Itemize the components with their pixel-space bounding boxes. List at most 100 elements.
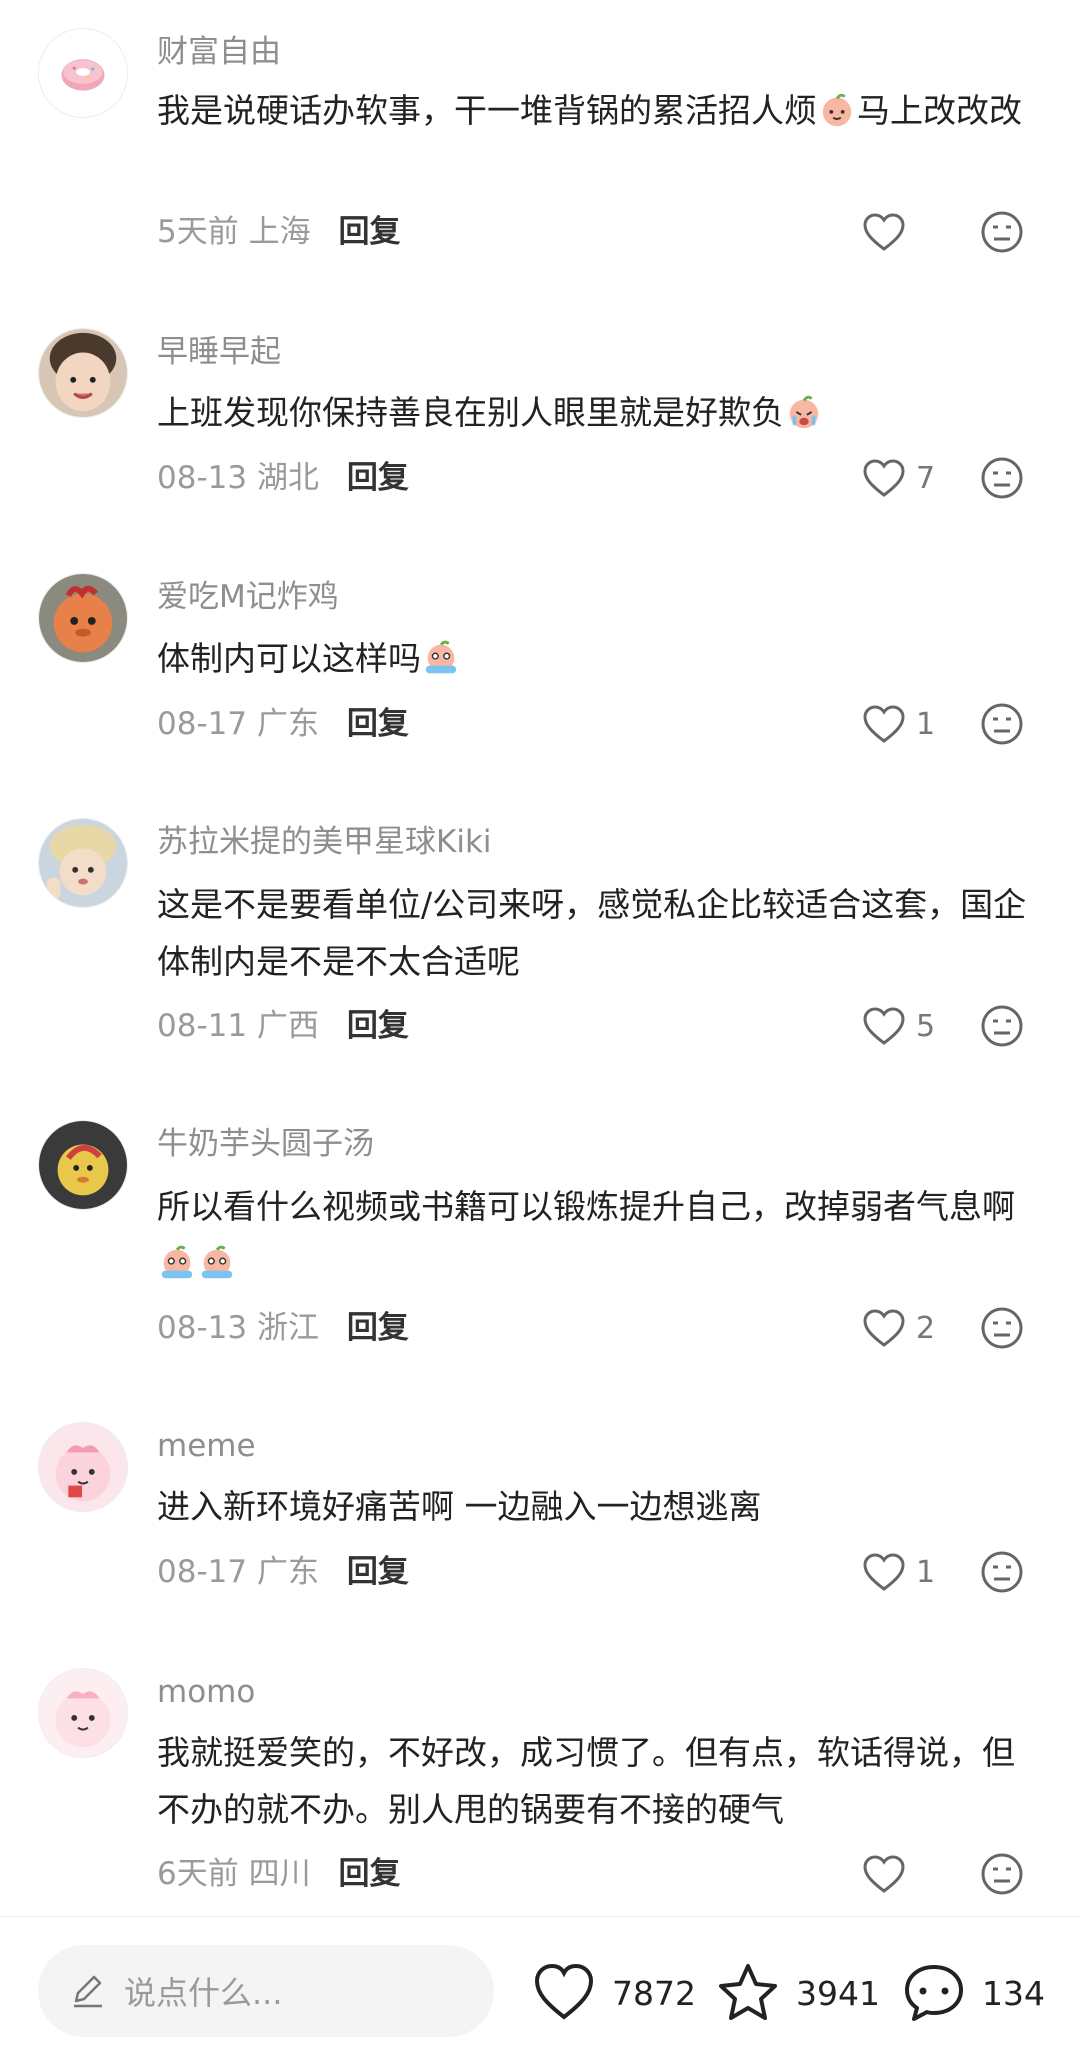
comment-text: 上班发现你保持善良在别人眼里就是好欺负 [157, 384, 1047, 441]
username[interactable]: momo [157, 1672, 255, 1712]
comment-input[interactable]: 说点什么... [38, 1945, 494, 2037]
comment-meta: 08-13 浙江 回复 [157, 1308, 409, 1348]
comment-location: 上海 [248, 214, 311, 250]
peach-tears-emoji-icon [201, 1245, 233, 1279]
dislike-button[interactable] [980, 702, 1024, 746]
comment-location: 浙江 [256, 1310, 319, 1346]
reply-button[interactable]: 回复 [347, 1008, 409, 1044]
like-button[interactable]: 1 [862, 700, 935, 748]
comment-input-placeholder: 说点什么... [124, 1974, 283, 2012]
pencil-icon [74, 1975, 102, 2008]
bottom-action-bar: 说点什么... 7872 3941 134 [0, 1916, 1080, 2061]
reply-button[interactable]: 回复 [347, 460, 409, 496]
like-button[interactable]: 1 [862, 1548, 935, 1596]
comment-text-part: 我是说硬话办软事，干一堆背锅的累活招人烦 [157, 91, 817, 130]
dislike-button[interactable] [980, 1852, 1024, 1896]
avatar[interactable] [38, 28, 128, 118]
chat-bubble-icon [905, 1965, 963, 2021]
username[interactable]: 牛奶芋头圆子汤 [157, 1124, 374, 1164]
username[interactable]: 早睡早起 [157, 332, 281, 372]
heart-outline-icon [863, 1855, 905, 1893]
comment-meta: 08-17 广东 回复 [157, 704, 409, 744]
comment-location: 四川 [248, 1856, 311, 1892]
reply-button[interactable]: 回复 [347, 1554, 409, 1590]
comment-text-part: 这是不是要看单位/公司来呀，感觉私企比较适合这套，国企体制内是不是不太合适呢 [157, 885, 1027, 981]
meh-face-icon [981, 1307, 1023, 1349]
heart-outline-icon [863, 705, 905, 743]
dislike-button[interactable] [980, 456, 1024, 500]
comment-meta: 08-13 湖北 回复 [157, 458, 409, 498]
comment-text-part: 我就挺爱笑的，不好改，成习惯了。但有点，软话得说，但不办的就不办。别人甩的锅要有… [157, 1733, 1015, 1829]
comment-text: 体制内可以这样吗 [157, 630, 1047, 687]
post-comment-button[interactable]: 134 [902, 1961, 1045, 2025]
comment-date: 08-17 [157, 1554, 248, 1590]
username[interactable]: 爱吃M记炸鸡 [157, 577, 339, 617]
comment-meta: 6天前 四川 回复 [157, 1854, 400, 1894]
comment-text-part: 上班发现你保持善良在别人眼里就是好欺负 [157, 393, 784, 432]
heart-outline-icon [863, 213, 905, 251]
like-count: 2 [916, 1310, 936, 1346]
post-like-count: 7872 [612, 1973, 696, 2013]
comment-text: 我就挺爱笑的，不好改，成习惯了。但有点，软话得说，但不办的就不办。别人甩的锅要有… [157, 1724, 1047, 1838]
reply-button[interactable]: 回复 [347, 706, 409, 742]
meh-face-icon [981, 211, 1023, 253]
avatar[interactable] [38, 818, 128, 908]
comment-meta: 5天前 上海 回复 [157, 212, 400, 252]
comment-text-part: 所以看什么视频或书籍可以锻炼提升自己，改掉弱者气息啊 [157, 1187, 1015, 1226]
heart-outline-icon [534, 1963, 594, 2020]
comment-text: 所以看什么视频或书籍可以锻炼提升自己，改掉弱者气息啊 [157, 1178, 1047, 1292]
heart-outline-icon [863, 1309, 905, 1347]
username[interactable]: meme [157, 1426, 256, 1466]
comment-meta: 08-11 广西 回复 [157, 1006, 409, 1046]
like-button[interactable]: 7 [862, 454, 935, 502]
comment-meta: 08-17 广东 回复 [157, 1552, 409, 1592]
post-comment-count: 134 [982, 1973, 1045, 2013]
peach-tears-emoji-icon [161, 1245, 193, 1279]
comment-text-part: 进入新环境好痛苦啊 一边融入一边想逃离 [157, 1487, 762, 1526]
heart-outline-icon [863, 459, 905, 497]
comment-date: 6天前 [157, 1856, 239, 1892]
meh-face-icon [981, 1853, 1023, 1895]
heart-outline-icon [863, 1553, 905, 1591]
meh-face-icon [981, 1005, 1023, 1047]
comment-date: 08-13 [157, 1310, 248, 1346]
post-favorite-button[interactable]: 3941 [716, 1961, 880, 2025]
comment-text: 我是说硬话办软事，干一堆背锅的累活招人烦 马上改改改 [157, 82, 1047, 139]
avatar[interactable] [38, 573, 128, 663]
meh-face-icon [981, 1551, 1023, 1593]
username[interactable]: 财富自由 [157, 32, 281, 72]
comment-date: 08-13 [157, 460, 248, 496]
like-count: 5 [916, 1008, 936, 1044]
like-button[interactable]: 5 [862, 1002, 935, 1050]
post-like-button[interactable]: 7872 [532, 1961, 696, 2025]
comment-location: 广东 [256, 1554, 319, 1590]
peach-tears-emoji-icon [425, 640, 457, 674]
peach-smile-emoji-icon [822, 93, 852, 127]
reply-button[interactable]: 回复 [338, 214, 400, 250]
comment-date: 08-11 [157, 1008, 248, 1044]
comment-date: 5天前 [157, 214, 239, 250]
avatar[interactable] [38, 1668, 128, 1758]
meh-face-icon [981, 457, 1023, 499]
star-outline-icon [719, 1964, 777, 2020]
comment-location: 广东 [256, 706, 319, 742]
reply-button[interactable]: 回复 [347, 1310, 409, 1346]
comment-text-part: 马上改改改 [857, 91, 1022, 130]
avatar[interactable] [38, 1422, 128, 1512]
username[interactable]: 苏拉米提的美甲星球Kiki [157, 822, 492, 862]
like-button[interactable] [862, 1850, 916, 1898]
like-button[interactable] [862, 208, 916, 256]
avatar[interactable] [38, 1120, 128, 1210]
reply-button[interactable]: 回复 [338, 1856, 400, 1892]
comment-text-part: 体制内可以这样吗 [157, 639, 421, 678]
like-button[interactable]: 2 [862, 1304, 935, 1352]
comment-text: 进入新环境好痛苦啊 一边融入一边想逃离 [157, 1478, 1047, 1535]
avatar[interactable] [38, 328, 128, 418]
dislike-button[interactable] [980, 1550, 1024, 1594]
post-favorite-count: 3941 [796, 1973, 880, 2013]
comment-date: 08-17 [157, 706, 248, 742]
dislike-button[interactable] [980, 1306, 1024, 1350]
dislike-button[interactable] [980, 210, 1024, 254]
heart-outline-icon [863, 1007, 905, 1045]
dislike-button[interactable] [980, 1004, 1024, 1048]
